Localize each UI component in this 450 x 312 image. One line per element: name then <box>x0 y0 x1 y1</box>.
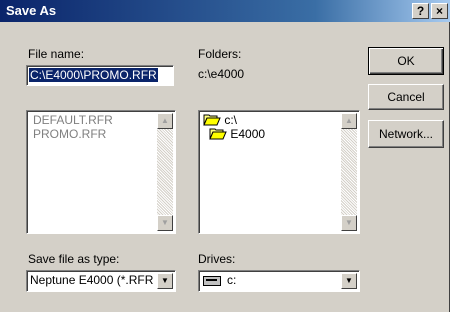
chevron-down-icon[interactable]: ▼ <box>341 273 357 289</box>
scroll-up-icon[interactable]: ▲ <box>157 113 173 129</box>
folder-item-label: c:\ <box>224 113 238 127</box>
file-list-item[interactable]: PROMO.RFR <box>33 127 106 141</box>
folder-list[interactable]: c:\ E4000 ▲ ▼ <box>198 110 360 234</box>
network-button[interactable]: Network... <box>368 120 444 148</box>
folder-list-scrollbar[interactable]: ▲ ▼ <box>341 113 357 231</box>
save-type-label: Save file as type: <box>28 252 120 266</box>
drives-label: Drives: <box>198 252 236 266</box>
ok-button[interactable]: OK <box>368 47 444 75</box>
folder-item-root[interactable]: c:\ <box>203 113 237 127</box>
cancel-button[interactable]: Cancel <box>368 84 444 110</box>
close-icon: × <box>435 4 443 18</box>
file-name-input[interactable]: C:\E4000\PROMO.RFR <box>26 65 174 86</box>
scroll-down-icon[interactable]: ▼ <box>157 215 173 231</box>
file-list-item[interactable]: DEFAULT.RFR <box>33 113 113 127</box>
file-list[interactable]: DEFAULT.RFR PROMO.RFR ▲ ▼ <box>26 110 176 234</box>
folder-item-label: E4000 <box>230 127 266 141</box>
save-as-dialog: Save As ? × File name: C:\E4000\PROMO.RF… <box>0 0 450 312</box>
folders-label: Folders: <box>198 47 242 61</box>
save-type-value: Neptune E4000 (*.RFR <box>30 273 154 287</box>
dialog-title: Save As <box>6 3 57 18</box>
drives-value: c: <box>227 273 237 287</box>
file-name-label: File name: <box>28 47 85 61</box>
close-button[interactable]: × <box>431 3 448 19</box>
current-folder-path: c:\e4000 <box>198 67 245 81</box>
save-type-select[interactable]: Neptune E4000 (*.RFR ▼ <box>26 270 176 292</box>
help-button[interactable]: ? <box>412 3 429 19</box>
folder-item-e4000[interactable]: E4000 <box>209 127 265 141</box>
open-folder-icon <box>209 128 227 140</box>
drives-select[interactable]: c: ▼ <box>198 270 360 292</box>
title-bar[interactable]: Save As ? × <box>0 0 450 22</box>
scroll-up-icon[interactable]: ▲ <box>341 113 357 129</box>
file-name-value: C:\E4000\PROMO.RFR <box>29 68 158 82</box>
chevron-down-icon[interactable]: ▼ <box>157 273 173 289</box>
scroll-down-icon[interactable]: ▼ <box>341 215 357 231</box>
open-folder-icon <box>203 114 221 126</box>
file-list-scrollbar[interactable]: ▲ ▼ <box>157 113 173 231</box>
drive-icon <box>203 276 221 286</box>
